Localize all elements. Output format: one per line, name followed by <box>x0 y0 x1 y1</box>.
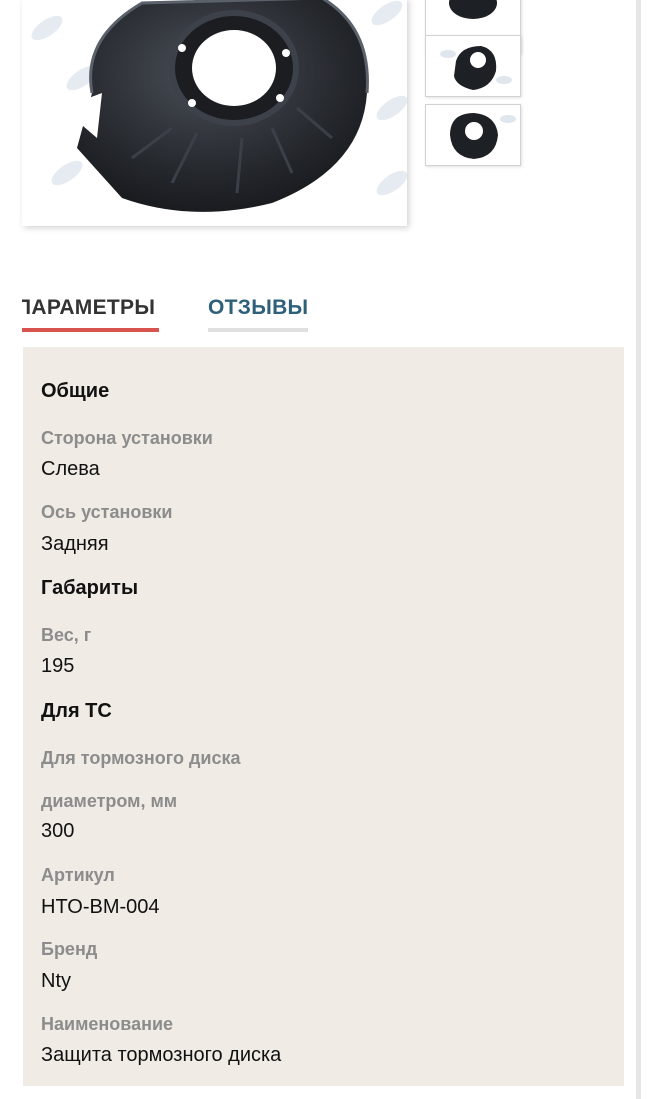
spec-value-article: HTO-BM-004 <box>41 896 160 918</box>
spec-value-name: Защита тормозного диска <box>41 1044 282 1066</box>
specifications-panel: Общие Сторона установки Слева Ось устано… <box>23 347 624 1086</box>
spec-value-weight: 195 <box>41 655 75 677</box>
spec-value-disc: 300 <box>41 820 75 842</box>
spec-label-disc-line1: Для тормозного диска <box>41 748 241 768</box>
product-main-image[interactable] <box>22 0 407 226</box>
spec-value-brand: Nty <box>41 970 71 992</box>
product-tabs: ПАРАМЕТРЫ ОТЗЫВЫ <box>22 296 322 336</box>
spec-value-side: Слева <box>41 458 100 480</box>
group-title-general: Общие <box>41 380 110 402</box>
tab-parameters[interactable]: ПАРАМЕТРЫ <box>22 296 159 332</box>
thumbnail-3[interactable] <box>425 104 521 166</box>
spec-label-axle: Ось установки <box>41 502 173 522</box>
tab-reviews[interactable]: ОТЗЫВЫ <box>208 296 309 332</box>
group-title-dimensions: Габариты <box>41 577 139 599</box>
thumbnail-2[interactable] <box>425 35 521 97</box>
spec-value-axle: Задняя <box>41 533 109 555</box>
spec-label-disc-line2: диаметром, мм <box>41 791 178 811</box>
brake-shield-photo <box>31 0 407 212</box>
spec-label-brand: Бренд <box>41 939 98 959</box>
spec-label-weight: Вес, г <box>41 625 92 645</box>
group-title-vehicle: Для ТС <box>41 700 112 722</box>
spec-label-name: Наименование <box>41 1014 174 1034</box>
brake-shield-thumbnail <box>450 113 516 159</box>
page-scrollbar[interactable] <box>636 0 641 1099</box>
spec-label-side: Сторона установки <box>41 428 213 448</box>
brake-shield-thumbnail <box>440 46 512 90</box>
spec-label-article: Артикул <box>41 865 115 885</box>
